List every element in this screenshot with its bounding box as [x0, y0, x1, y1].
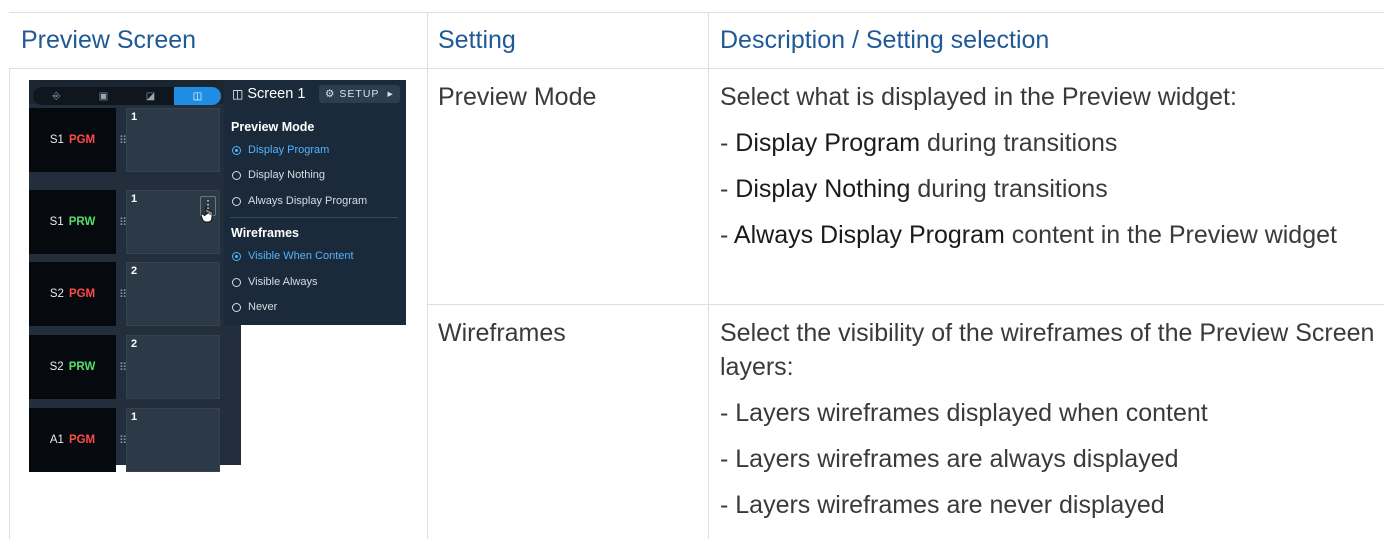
radio-icon — [232, 170, 241, 180]
item-bold: Display Nothing — [735, 175, 911, 203]
option-visible-always[interactable]: Visible Always — [232, 276, 318, 288]
col-divider-1 — [427, 12, 428, 539]
item-bold: Display Program — [735, 129, 921, 157]
description-item: - Layers wireframes displayed when conte… — [720, 399, 1208, 427]
option-visible-when-content[interactable]: Visible When Content — [232, 250, 354, 262]
header-setting: Setting — [438, 25, 516, 54]
row-name: S2 — [49, 361, 64, 373]
layer-thumbnail[interactable]: 2 — [126, 262, 220, 326]
screen-row[interactable]: S2 PRW ⠿ 2 — [29, 335, 241, 401]
radio-icon — [232, 302, 241, 312]
layer-thumbnail[interactable]: 1 — [126, 408, 220, 472]
gear-icon: ⚙ — [325, 88, 336, 100]
screen-row[interactable]: S1 PRW ⠿ 1 ⋮ — [29, 190, 241, 256]
wireframes-title: Wireframes — [231, 226, 299, 240]
preview-screen-screenshot: ⎆ ▣ ◪ ◫ S1 PGM ⠿ 1 S1 PRW ⠿ 1 ⋮ S2 PGM ⠿ 2 … — [29, 80, 406, 472]
option-display-program[interactable]: Display Program — [232, 144, 329, 156]
row-label: S2 PRW — [29, 335, 116, 399]
table-left-border — [9, 68, 10, 539]
description-item: - Always Display Program content in the … — [720, 218, 1360, 252]
row-label: A1 PGM — [29, 408, 116, 472]
radio-icon — [232, 196, 241, 206]
row-label: S2 PGM — [29, 262, 116, 326]
screen-row[interactable]: S1 PGM ⠿ 1 — [29, 108, 241, 174]
row-tag: PRW — [68, 361, 96, 373]
layer-thumbnail[interactable]: 1 — [126, 108, 220, 172]
item-rest: during transitions — [920, 129, 1118, 157]
screen-header: ◫ Screen 1 — [232, 86, 305, 102]
row-tag: PGM — [68, 434, 96, 446]
row-label: S1 PRW — [29, 190, 116, 254]
item-prefix: - — [720, 221, 734, 249]
layer-thumbnail[interactable]: 2 — [126, 335, 220, 399]
setup-button[interactable]: ⚙ SETUP ▸ — [319, 85, 400, 103]
description-item: - Display Program during transitions — [720, 120, 1360, 166]
option-label: Always Display Program — [248, 195, 368, 207]
panel-tabs: ⎆ ▣ ◪ ◫ — [33, 87, 221, 105]
option-label: Visible When Content — [248, 250, 354, 262]
table-header-border — [9, 68, 1384, 69]
header-preview-screen: Preview Screen — [21, 25, 197, 54]
option-label: Display Nothing — [248, 169, 326, 181]
row-tag: PGM — [68, 134, 96, 146]
row-label: S1 PGM — [29, 108, 116, 172]
row-name: S2 — [49, 288, 64, 300]
hand-cursor-icon — [201, 206, 213, 223]
row-divider — [427, 304, 1384, 305]
item-bold: Always Display Program — [733, 221, 1005, 249]
layer-number: 1 — [131, 411, 138, 423]
item-prefix: - — [720, 175, 736, 203]
option-never[interactable]: Never — [232, 301, 277, 313]
row-name: S1 — [49, 216, 64, 228]
screen-title: Screen 1 — [247, 86, 306, 102]
option-always-display-program[interactable]: Always Display Program — [232, 195, 367, 207]
radio-selected-icon — [232, 251, 241, 261]
screen-row[interactable]: A1 PGM ⠿ 1 — [29, 408, 241, 474]
option-label: Never — [248, 301, 278, 313]
edit-icon[interactable]: ◪ — [127, 87, 174, 105]
radio-icon — [232, 277, 241, 287]
row-name: S1 — [49, 134, 64, 146]
menu-divider — [230, 217, 398, 218]
layer-number: 2 — [131, 338, 138, 350]
item-rest: during transitions — [910, 175, 1108, 203]
row-name: A1 — [49, 434, 64, 446]
item-rest: content in the Preview widget — [1004, 221, 1337, 249]
setting-wireframes: Wireframes — [438, 319, 566, 347]
description-wireframes: Select the visibility of the wireframes … — [720, 316, 1380, 528]
col-divider-2 — [708, 12, 709, 539]
setting-preview-mode: Preview Mode — [438, 83, 597, 111]
table-top-border — [9, 12, 1384, 13]
setup-label: SETUP — [339, 88, 380, 100]
screen-row[interactable]: S2 PGM ⠿ 2 — [29, 262, 241, 328]
layer-number: 1 — [131, 193, 138, 205]
layer-number: 2 — [131, 265, 138, 277]
input-icon[interactable]: ⎆ — [33, 87, 80, 105]
description-intro: Select what is displayed in the Preview … — [720, 83, 1237, 111]
description-preview-mode: Select what is displayed in the Preview … — [720, 74, 1360, 252]
description-item: - Layers wireframes are never displayed — [720, 491, 1165, 519]
screen-icon: ◫ — [232, 87, 244, 101]
description-item: - Layers wireframes are always displayed — [720, 445, 1179, 473]
settings-table: Preview Screen Setting Description / Set… — [0, 0, 1384, 539]
header-description: Description / Setting selection — [720, 25, 1050, 54]
row-tag: PRW — [68, 216, 96, 228]
option-label: Display Program — [248, 144, 330, 156]
description-item: - Display Nothing during transitions — [720, 166, 1360, 212]
radio-selected-icon — [232, 145, 241, 155]
screen-settings-menu: ◫ Screen 1 ⚙ SETUP ▸ Preview Mode Displa… — [224, 80, 406, 325]
screen-icon[interactable]: ◫ — [174, 87, 221, 105]
image-icon[interactable]: ▣ — [80, 87, 127, 105]
preview-mode-title: Preview Mode — [231, 120, 315, 134]
description-intro: Select the visibility of the wireframes … — [720, 319, 1375, 381]
chevron-right-icon: ▸ — [387, 88, 394, 100]
option-label: Visible Always — [248, 276, 318, 288]
layer-number: 1 — [131, 111, 138, 123]
option-display-nothing[interactable]: Display Nothing — [232, 169, 325, 181]
row-tag: PGM — [68, 288, 96, 300]
item-prefix: - — [720, 129, 736, 157]
